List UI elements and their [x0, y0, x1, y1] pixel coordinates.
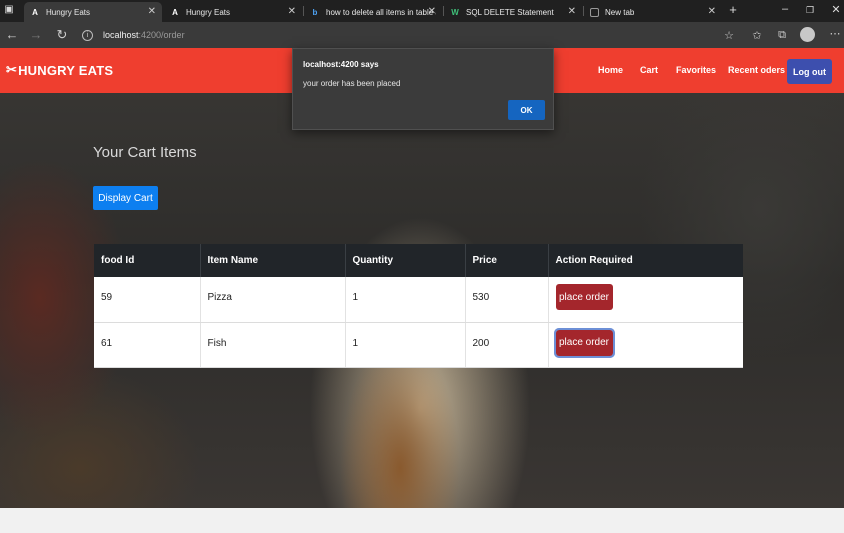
new-tab-plus-icon[interactable]: +: [726, 2, 740, 17]
table-row: 61 Fish 1 200 place order: [94, 322, 743, 368]
close-icon[interactable]: ✕: [708, 6, 716, 17]
nav-link-favorites[interactable]: Favorites: [676, 65, 716, 75]
refresh-icon[interactable]: ↻: [55, 28, 69, 42]
favorites-icon[interactable]: ✩: [750, 29, 764, 42]
forward-arrow-icon[interactable]: →: [29, 28, 43, 42]
angular-icon: A: [172, 7, 178, 17]
alert-message: your order has been placed: [303, 79, 401, 88]
back-arrow-icon[interactable]: ←: [5, 28, 19, 42]
nav-link-cart[interactable]: Cart: [640, 65, 658, 75]
new-tab-page-icon: [590, 7, 599, 17]
cell-price: 530: [465, 277, 549, 323]
table-row: 59 Pizza 1 530 place order: [94, 277, 743, 323]
window-close-icon[interactable]: ✕: [829, 3, 843, 16]
close-icon[interactable]: ✕: [288, 6, 296, 17]
more-menu-icon[interactable]: ⋯: [828, 27, 842, 40]
cell-food-id: 61: [94, 322, 201, 368]
header-food-id: food Id: [94, 244, 201, 277]
cell-food-id: 59: [94, 277, 201, 323]
add-favorite-icon[interactable]: ☆: [722, 29, 736, 42]
brand-name: HUNGRY EATS: [18, 62, 114, 78]
close-icon[interactable]: ✕: [568, 6, 576, 17]
restore-icon[interactable]: ❐: [803, 5, 817, 16]
nav-link-recent-orders[interactable]: Recent oders: [728, 65, 785, 75]
close-icon[interactable]: ✕: [428, 6, 436, 17]
header-item-name: Item Name: [200, 244, 346, 277]
cell-price: 200: [465, 322, 549, 368]
utensils-icon: ✂: [6, 62, 18, 77]
tab-hungry-eats-2[interactable]: A Hungry Eats ✕: [164, 2, 302, 22]
w3schools-icon: W: [451, 7, 459, 17]
tab-hungry-eats-1[interactable]: A Hungry Eats ✕: [24, 2, 162, 22]
page-title: Your Cart Items: [93, 144, 197, 161]
address-bar-row: ← → ↻ i localhost:4200/order ☆ ✩ ⧉ ⋯: [0, 22, 844, 48]
cart-table: food Id Item Name Quantity Price Action …: [94, 244, 743, 368]
close-icon[interactable]: ✕: [148, 6, 156, 17]
angular-icon: A: [32, 7, 38, 17]
cell-item-name: Pizza: [200, 277, 346, 323]
collections-icon[interactable]: ⧉: [775, 29, 789, 42]
bing-icon: b: [312, 7, 318, 17]
url-field[interactable]: i localhost:4200/order: [82, 26, 742, 44]
tab-sql-delete[interactable]: W SQL DELETE Statement ✕: [444, 2, 582, 22]
page-bottom-area: [0, 508, 844, 533]
logout-button[interactable]: Log out: [787, 59, 832, 84]
info-icon[interactable]: i: [82, 29, 93, 41]
header-price: Price: [465, 244, 549, 277]
tab-label: Hungry Eats: [46, 7, 91, 17]
alert-dialog: localhost:4200 says your order has been …: [292, 48, 554, 130]
place-order-button[interactable]: place order: [553, 327, 615, 358]
tab-label: New tab: [605, 7, 635, 17]
tab-how-to-delete[interactable]: b how to delete all items in table a ✕: [304, 2, 442, 22]
table-header-row: food Id Item Name Quantity Price Action …: [94, 244, 743, 277]
browser-tab-strip: ▣ A Hungry Eats ✕ A Hungry Eats ✕ b how …: [0, 0, 844, 22]
cell-item-name: Fish: [200, 322, 346, 368]
tab-label: SQL DELETE Statement: [466, 7, 554, 17]
alert-title: localhost:4200 says: [303, 60, 379, 69]
header-action: Action Required: [548, 244, 743, 277]
tab-label: how to delete all items in table a: [326, 7, 436, 17]
tab-label: Hungry Eats: [186, 7, 231, 17]
place-order-button[interactable]: place order: [555, 284, 613, 310]
profile-avatar[interactable]: [800, 27, 815, 42]
brand-logo[interactable]: ✂ HUNGRY EATS: [6, 62, 113, 78]
tab-actions-icon[interactable]: ▣: [2, 4, 16, 15]
cell-action: place order: [548, 277, 743, 323]
header-quantity: Quantity: [345, 244, 466, 277]
url-path: :4200/order: [138, 30, 185, 40]
cell-quantity: 1: [345, 277, 466, 323]
alert-ok-button[interactable]: OK: [508, 100, 545, 120]
nav-link-home[interactable]: Home: [598, 65, 623, 75]
url-host: localhost: [103, 30, 139, 40]
cell-quantity: 1: [345, 322, 466, 368]
display-cart-button[interactable]: Display Cart: [93, 186, 158, 210]
minimize-icon[interactable]: –: [778, 3, 792, 15]
tab-new-tab[interactable]: New tab ✕: [584, 2, 722, 22]
cell-action: place order: [548, 322, 743, 368]
